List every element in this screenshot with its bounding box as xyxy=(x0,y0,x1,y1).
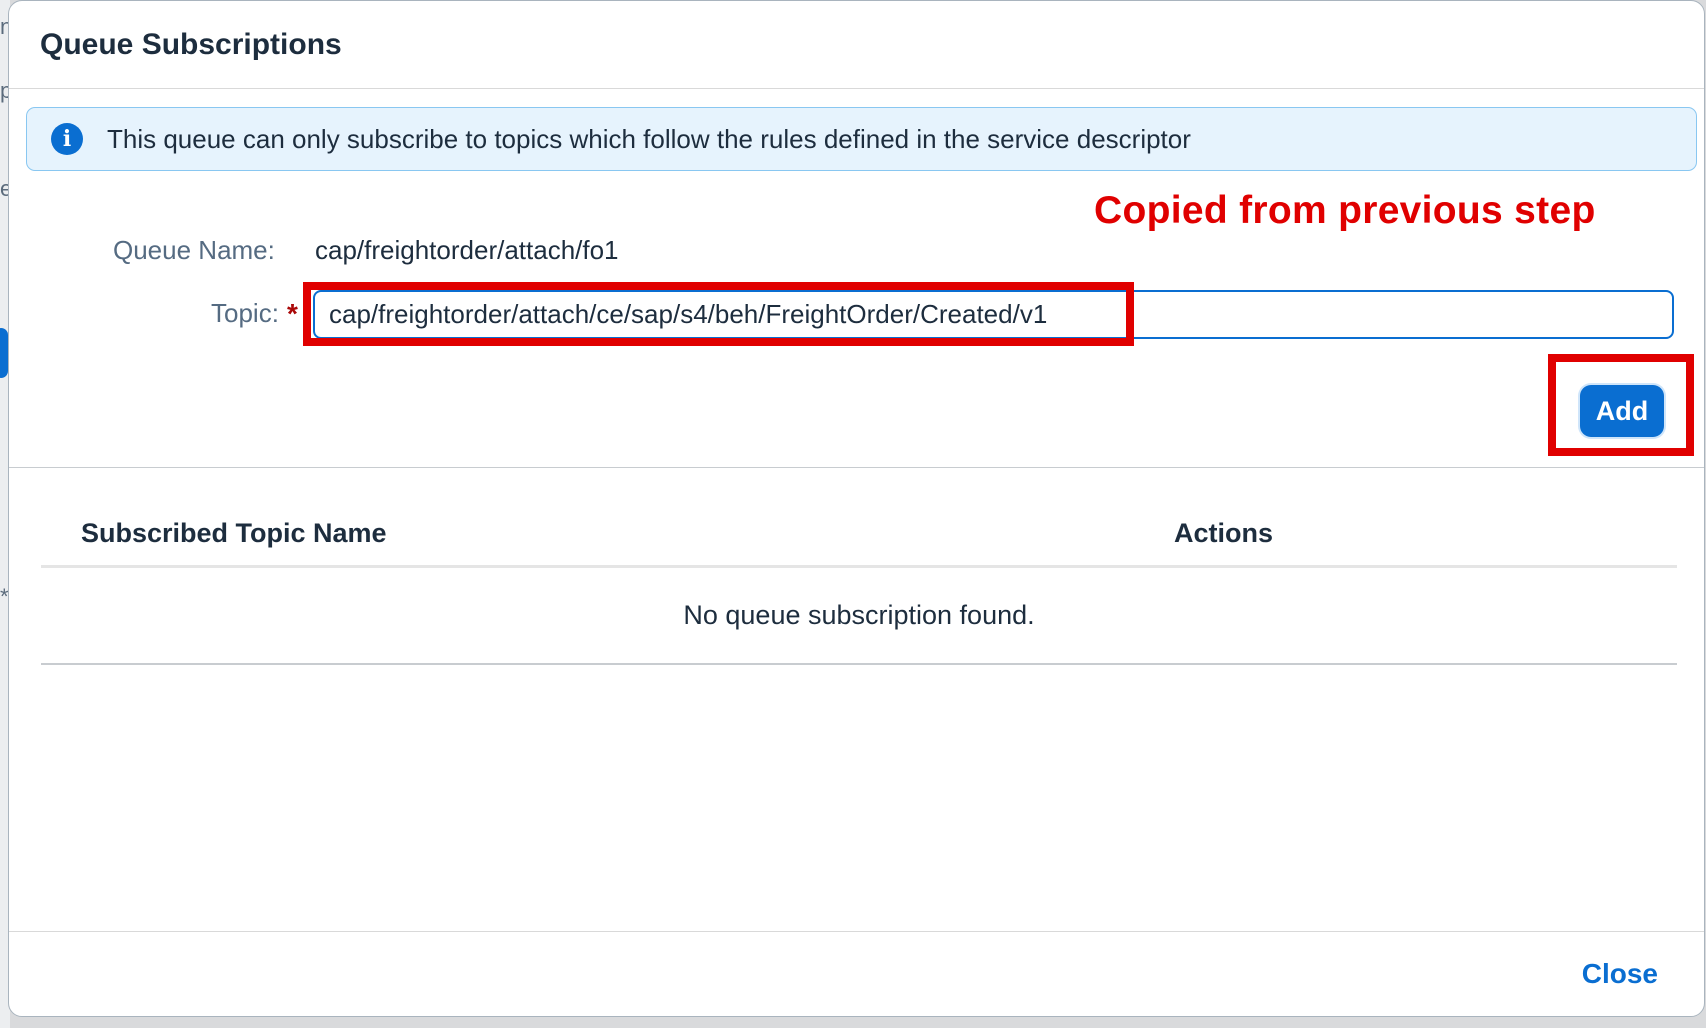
information-circle-icon: i xyxy=(51,123,83,155)
dialog-header: Queue Subscriptions xyxy=(9,1,1704,89)
topic-input[interactable] xyxy=(313,290,1674,339)
queue-name-label: Queue Name: xyxy=(113,235,275,265)
info-message-strip: i This queue can only subscribe to topic… xyxy=(26,107,1697,171)
topic-label: Topic: xyxy=(211,298,279,328)
column-header-topic-name: Subscribed Topic Name xyxy=(81,518,387,548)
annotation-callout: Copied from previous step xyxy=(1094,189,1596,232)
required-marker: * xyxy=(287,298,298,329)
section-divider xyxy=(9,467,1704,468)
background-button-edge xyxy=(0,328,8,378)
column-header-actions: Actions xyxy=(1174,518,1274,548)
close-button[interactable]: Close xyxy=(1582,958,1658,990)
dialog-footer: Close xyxy=(9,931,1704,1016)
queue-name-value: cap/freightorder/attach/fo1 xyxy=(315,235,619,265)
dialog-title: Queue Subscriptions xyxy=(40,27,342,61)
table-empty-message: No queue subscription found. xyxy=(41,568,1677,665)
subscriptions-table-header: Subscribed Topic Name Actions xyxy=(41,506,1677,568)
info-message-text: This queue can only subscribe to topics … xyxy=(107,123,1191,154)
add-button[interactable]: Add xyxy=(1580,385,1664,437)
queue-subscriptions-dialog: Queue Subscriptions i This queue can onl… xyxy=(8,0,1705,1017)
